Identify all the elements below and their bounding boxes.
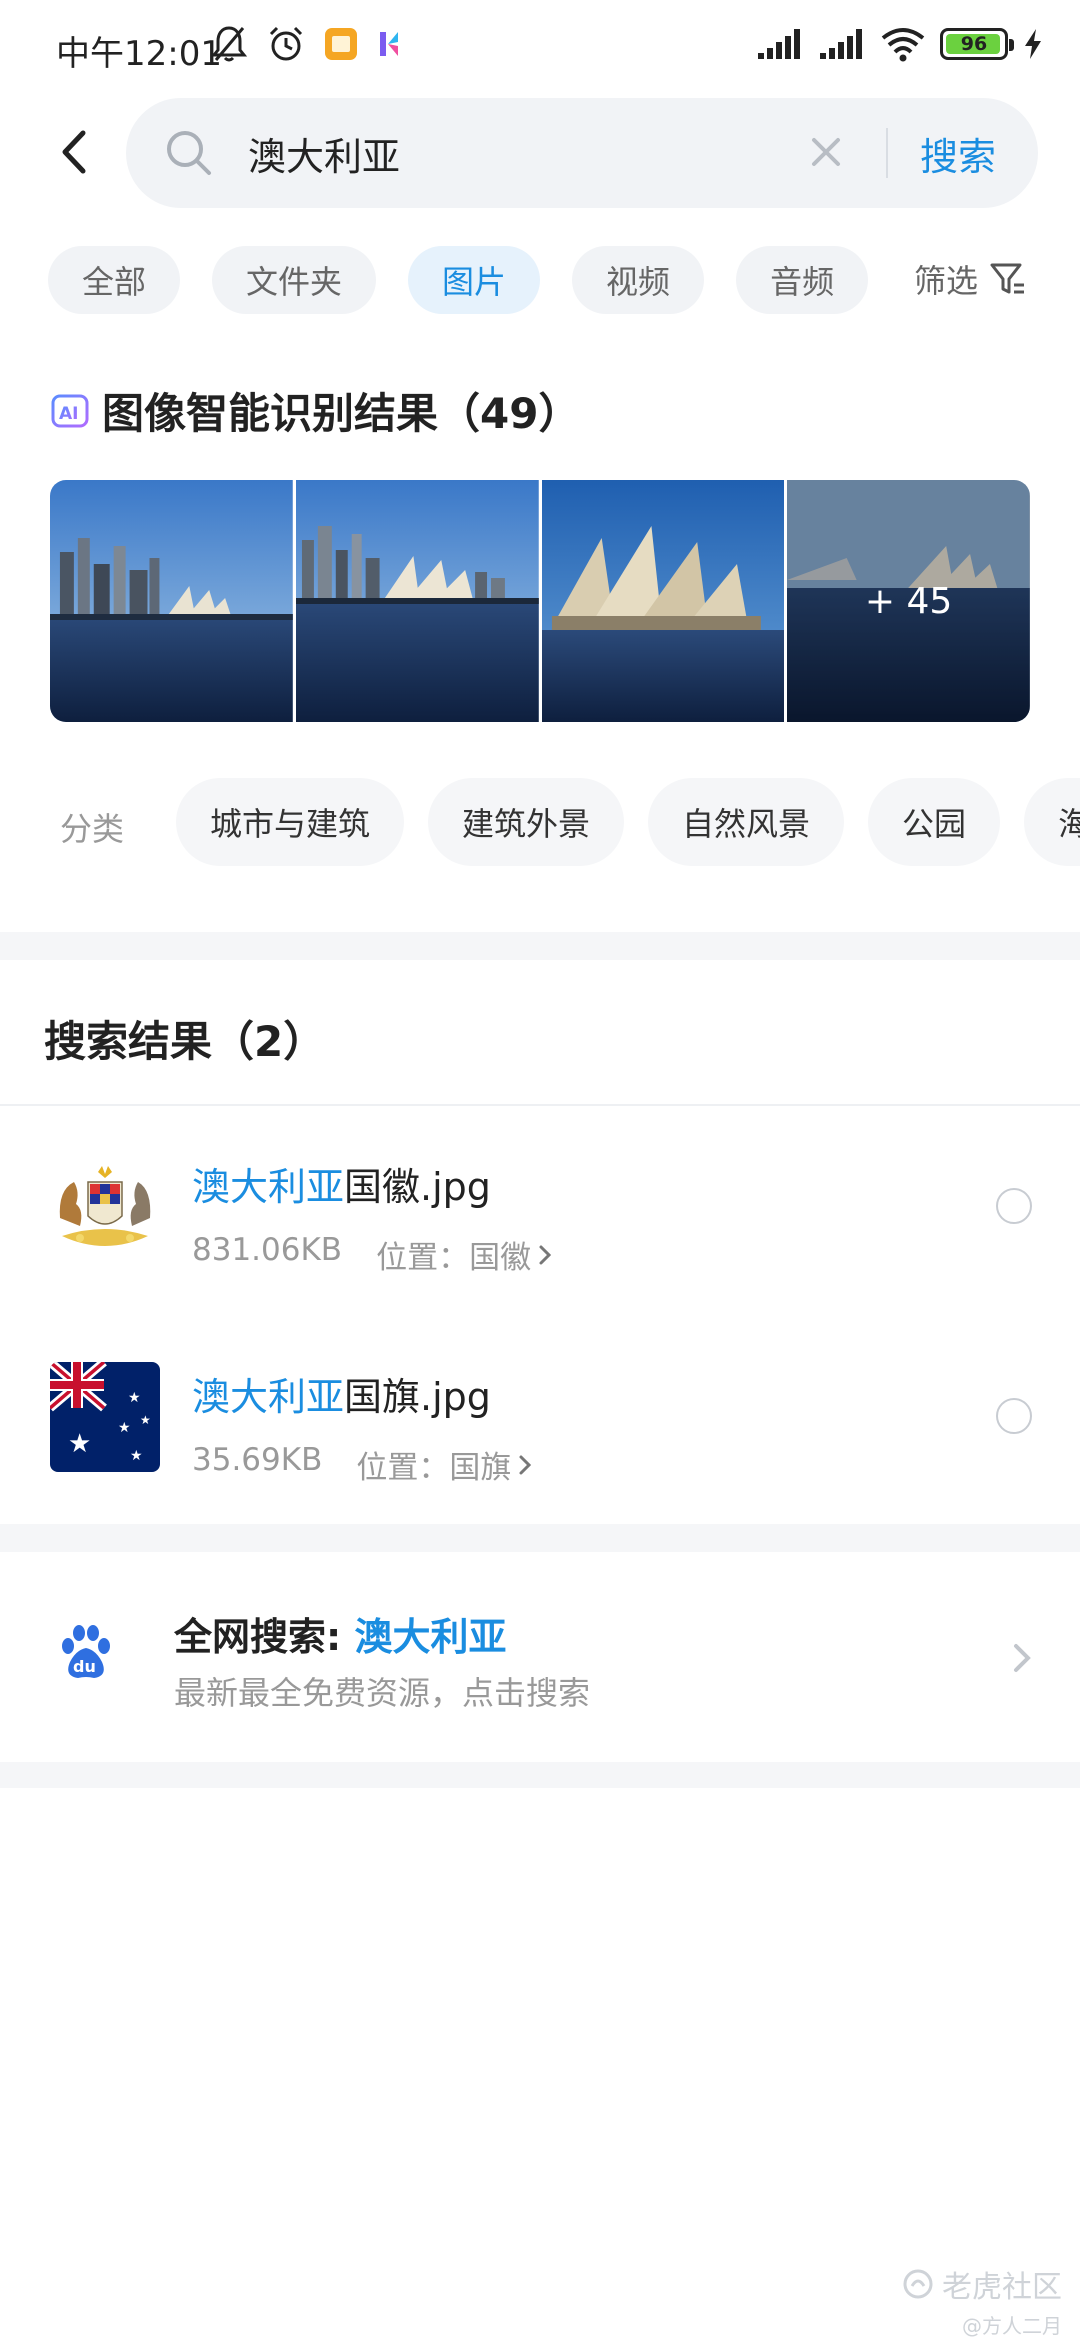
ai-recognition-icon: AI <box>51 394 89 427</box>
category-chip[interactable]: 建筑外景 <box>428 778 625 866</box>
result-location: 位置：国徽 <box>376 1240 532 1276</box>
charging-icon <box>1025 29 1041 59</box>
result-row[interactable]: ★ ★ ★ ★ ★ 澳大利亚国旗.jpg 35.69KB 位置：国旗 <box>0 1362 1080 1532</box>
ai-thumbnail[interactable] <box>295 480 539 722</box>
results-divider <box>0 1104 1080 1106</box>
result-location-link[interactable]: 位置：国徽 <box>376 1232 553 1277</box>
alarm-icon <box>269 26 303 61</box>
watermark-text: 老虎社区 <box>942 2270 1062 2305</box>
web-search-title: 全网搜索: 澳大利亚 <box>174 1606 506 1661</box>
watermark: 老虎社区 @方人二月 <box>902 2262 1062 2339</box>
search-input[interactable] <box>248 122 888 184</box>
filter-button[interactable]: 筛选 <box>914 256 1028 302</box>
result-location-link[interactable]: 位置：国旗 <box>356 1442 533 1487</box>
category-chip[interactable]: 自然风景 <box>648 778 845 866</box>
signal-icon <box>758 29 800 59</box>
status-time: 中午12:01 <box>56 34 222 74</box>
result-file-name: 澳大利亚国旗.jpg <box>192 1366 491 1421</box>
web-search-subtitle: 最新最全免费资源，点击搜索 <box>174 1674 591 1712</box>
result-name-highlight: 澳大利亚 <box>192 1165 345 1209</box>
status-left-icons <box>210 24 402 64</box>
select-radio[interactable] <box>996 1398 1032 1434</box>
result-thumbnail-coat-of-arms <box>50 1152 160 1262</box>
result-row[interactable]: 澳大利亚国徽.jpg 831.06KB 位置：国徽 <box>0 1152 1080 1322</box>
baidu-logo-text: du <box>73 1657 96 1676</box>
result-meta: 35.69KB 位置：国旗 <box>192 1442 533 1487</box>
result-name-rest: 国徽.jpg <box>344 1165 491 1209</box>
ai-thumbnail[interactable] <box>50 480 293 722</box>
back-arrow-icon <box>62 130 86 174</box>
signal-icon <box>820 29 862 59</box>
mute-bell-icon <box>210 26 248 62</box>
search-bar: 搜索 <box>126 98 1038 208</box>
svg-text:★: ★ <box>128 1390 141 1406</box>
select-radio[interactable] <box>996 1188 1032 1224</box>
category-chips: 城市与建筑 建筑外景 自然风景 公园 海 <box>176 778 1080 866</box>
status-bar: 中午12:01 96 <box>0 0 1080 96</box>
result-name-rest: 国旗.jpg <box>344 1375 491 1419</box>
search-icon <box>167 131 211 175</box>
section-divider <box>0 932 1080 960</box>
tab-all[interactable]: 全部 <box>48 246 181 314</box>
battery-indicator: 96 <box>940 28 1014 60</box>
category-chip[interactable]: 海 <box>1024 778 1080 866</box>
tab-audio[interactable]: 音频 <box>736 246 869 314</box>
ai-results-header: AI 图像智能识别结果（49） <box>50 380 580 441</box>
tab-folders[interactable]: 文件夹 <box>212 246 377 314</box>
tab-videos[interactable]: 视频 <box>572 246 705 314</box>
category-chip[interactable]: 公园 <box>868 778 1001 866</box>
clear-icon[interactable] <box>806 132 846 172</box>
status-right-icons: 96 <box>756 26 1044 62</box>
more-images-count: + 45 <box>787 480 1030 722</box>
section-divider <box>0 1762 1080 1788</box>
web-search-row[interactable]: du 全网搜索: 澳大利亚 最新最全免费资源，点击搜索 <box>0 1552 1080 1762</box>
chevron-right-icon <box>539 1245 552 1264</box>
filter-icon <box>990 263 1025 294</box>
back-button[interactable] <box>44 122 104 182</box>
search-results-title: 搜索结果（2） <box>44 1017 326 1066</box>
svg-text:★: ★ <box>118 1420 131 1436</box>
category-chip[interactable]: 城市与建筑 <box>176 778 405 866</box>
search-divider <box>886 128 888 178</box>
notes-app-icon <box>325 28 357 60</box>
web-search-keyword: 澳大利亚 <box>354 1615 507 1659</box>
svg-text:★: ★ <box>68 1429 91 1459</box>
category-row: 分类 城市与建筑 建筑外景 自然风景 公园 海 <box>0 778 1080 868</box>
search-button[interactable]: 搜索 <box>920 126 996 181</box>
svg-text:AI: AI <box>59 404 78 424</box>
result-file-size: 831.06KB <box>192 1232 343 1268</box>
section-divider <box>0 1524 1080 1552</box>
ai-thumbnail-strip: + 45 <box>50 480 1030 722</box>
filter-label: 筛选 <box>914 262 979 300</box>
baidu-paw-icon: du <box>62 1625 110 1678</box>
result-location: 位置：国旗 <box>356 1450 512 1486</box>
app-notification-icon <box>380 32 398 56</box>
ai-thumbnail[interactable] <box>541 480 785 722</box>
battery-level: 96 <box>960 33 988 55</box>
ai-thumbnail-more[interactable]: + 45 <box>787 480 1030 722</box>
result-file-name: 澳大利亚国徽.jpg <box>192 1156 491 1211</box>
chevron-right-icon <box>1014 1644 1031 1672</box>
chevron-right-icon <box>519 1455 532 1474</box>
web-search-prefix: 全网搜索: <box>174 1615 355 1659</box>
result-name-highlight: 澳大利亚 <box>192 1375 345 1419</box>
filter-tabs: 全部 文件夹 图片 视频 音频 <box>48 246 869 314</box>
result-meta: 831.06KB 位置：国徽 <box>192 1232 553 1277</box>
watermark-logo-icon <box>903 2269 933 2299</box>
result-thumbnail-flag: ★ ★ ★ ★ ★ <box>50 1362 160 1472</box>
svg-text:★: ★ <box>140 1413 151 1427</box>
ai-results-title: 图像智能识别结果（49） <box>102 389 581 438</box>
svg-text:★: ★ <box>130 1448 143 1464</box>
result-file-size: 35.69KB <box>192 1442 323 1478</box>
category-label: 分类 <box>60 810 125 848</box>
tab-images[interactable]: 图片 <box>408 246 541 314</box>
watermark-author: @方人二月 <box>962 2314 1062 2338</box>
wifi-icon <box>881 28 925 62</box>
